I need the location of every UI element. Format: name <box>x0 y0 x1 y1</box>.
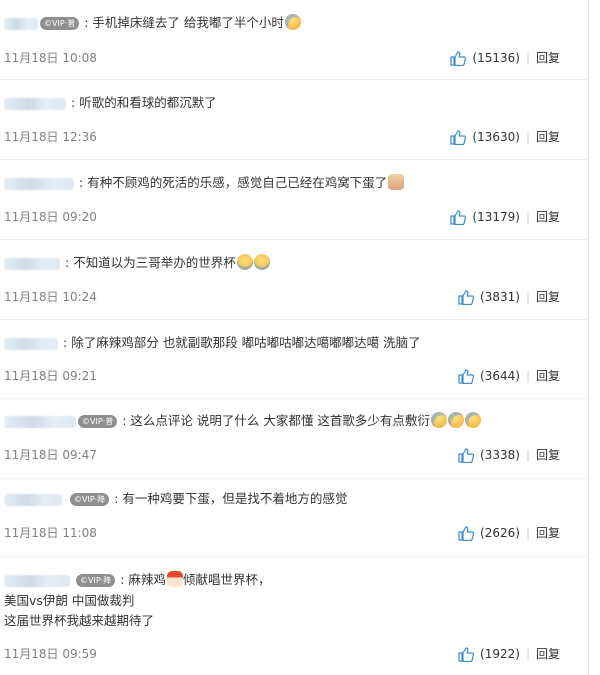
comment-text-line: 这届世界杯我越来越期待了 <box>4 613 155 628</box>
comment-date: 11月18日 11:08 <box>4 526 97 540</box>
blurred-username[interactable] <box>4 574 70 587</box>
like-thumb-icon[interactable] <box>458 647 475 663</box>
sweat-emoji-icon <box>464 412 481 428</box>
comment-date: 11月18日 12:36 <box>4 130 97 144</box>
comment-text: 除了麻辣鸡部分 也就副歌那段 嘟咕嘟咕嘟达噶嘟嘟达噶 洗脑了 <box>71 335 421 350</box>
comment-body: : 听歌的和看球的都沉默了 <box>4 93 217 113</box>
reply-link[interactable]: 回复 <box>536 647 560 661</box>
comment-text: 手机掉床缝去了 给我嘟了半个小时 <box>92 15 284 30</box>
comment-item: : 有种不顾鸡的死活的乐感，感觉自己已经在鸡窝下蛋了 11月18日 09:20 (… <box>0 160 588 240</box>
like-thumb-icon[interactable] <box>458 526 475 542</box>
reply-link[interactable]: 回复 <box>536 130 560 144</box>
comment-item: : 听歌的和看球的都沉默了 11月18日 12:36 (13630) | 回复 <box>0 80 588 160</box>
comment-date: 11月18日 09:47 <box>4 448 97 462</box>
comment-item: ©VIP·降: 有一种鸡要下蛋，但是找不着地方的感觉 11月18日 11:08 (… <box>0 479 588 557</box>
comment-text: 有一种鸡要下蛋，但是找不着地方的感觉 <box>122 491 348 506</box>
sweat-smile-emoji-icon <box>284 14 301 30</box>
like-count: (13630) <box>472 130 520 144</box>
like-count: (3644) <box>480 369 520 383</box>
comment-text: 听歌的和看球的都沉默了 <box>79 95 217 110</box>
comment-body: ©VIP·降: 麻辣鸡 倾献唱世界杯， <box>4 570 270 590</box>
comment-actions: (2626) | 回复 <box>458 523 560 543</box>
comment-date: 11月18日 09:21 <box>4 369 97 383</box>
reply-link[interactable]: 回复 <box>536 51 560 65</box>
comment-date: 11月18日 10:24 <box>4 290 97 304</box>
comment-body: ©VIP·降: 有一种鸡要下蛋，但是找不着地方的感觉 <box>4 489 347 509</box>
like-count: (3338) <box>480 448 520 462</box>
like-thumb-icon[interactable] <box>458 448 475 464</box>
comment-actions: (1922) | 回复 <box>458 644 560 664</box>
like-thumb-icon[interactable] <box>450 210 467 226</box>
like-count: (3831) <box>480 290 520 304</box>
blurred-username[interactable] <box>4 97 66 110</box>
reply-link[interactable]: 回复 <box>536 210 560 224</box>
comment-actions: (3831) | 回复 <box>458 287 560 307</box>
comment-actions: (13179) | 回复 <box>450 207 560 227</box>
comment-text: 有种不顾鸡的死活的乐感，感觉自己已经在鸡窝下蛋了 <box>87 175 388 190</box>
vip-badge: ©VIP·降 <box>70 493 110 506</box>
comment-date: 11月18日 09:20 <box>4 210 97 224</box>
sweat-emoji-icon <box>447 412 464 428</box>
comment-text: 麻辣鸡 <box>128 572 166 587</box>
reply-link[interactable]: 回复 <box>536 448 560 462</box>
like-count: (13179) <box>472 210 520 224</box>
comment-text-tail: 倾献唱世界杯， <box>182 572 271 587</box>
reply-link[interactable]: 回复 <box>536 369 560 383</box>
comment-date: 11月18日 09:59 <box>4 647 97 661</box>
comment-actions: (15136) | 回复 <box>450 48 560 68</box>
comment-item: ©VIP·普: 这么点评论 说明了什么 大家都懂 这首歌多少有点敷衍 11月18日… <box>0 399 588 479</box>
laugh-cry-emoji-icon <box>236 254 253 270</box>
blurred-username[interactable] <box>4 17 38 30</box>
like-count: (1922) <box>480 647 520 661</box>
like-count: (2626) <box>480 526 520 540</box>
blurred-username[interactable] <box>4 257 60 270</box>
comment-body: ©VIP·普: 这么点评论 说明了什么 大家都懂 这首歌多少有点敷衍 <box>4 411 481 431</box>
comment-text: 不知道以为三哥举办的世界杯 <box>73 255 236 270</box>
reply-link[interactable]: 回复 <box>536 526 560 540</box>
laugh-cry-emoji-icon <box>253 254 270 270</box>
blurred-username[interactable] <box>4 337 58 350</box>
like-thumb-icon[interactable] <box>458 290 475 306</box>
comment-item: ©VIP·降: 麻辣鸡 倾献唱世界杯， 美国vs伊朗 中国做裁判 这届世界杯我越来越… <box>0 557 588 675</box>
vip-badge: ©VIP·普 <box>40 17 80 30</box>
comment-text-line: 美国vs伊朗 中国做裁判 <box>4 593 135 608</box>
comment-actions: (13630) | 回复 <box>450 127 560 147</box>
comment-item: : 除了麻辣鸡部分 也就副歌那段 嘟咕嘟咕嘟达噶嘟嘟达噶 洗脑了 11月18日 0… <box>0 320 588 399</box>
comment-actions: (3338) | 回复 <box>458 445 560 465</box>
comment-body: ©VIP·普: 手机掉床缝去了 给我嘟了半个小时 <box>4 13 301 33</box>
like-thumb-icon[interactable] <box>458 369 475 385</box>
blurred-username[interactable] <box>4 493 62 506</box>
reply-link[interactable]: 回复 <box>536 290 560 304</box>
comment-list: ©VIP·普: 手机掉床缝去了 给我嘟了半个小时 11月18日 10:08 (15… <box>0 0 588 675</box>
like-thumb-icon[interactable] <box>450 51 467 67</box>
thumbs-up-emoji-icon <box>388 174 405 190</box>
vip-badge: ©VIP·降 <box>76 574 116 587</box>
comment-body: : 不知道以为三哥举办的世界杯 <box>4 253 270 273</box>
like-thumb-icon[interactable] <box>450 130 467 146</box>
rooster-emoji-icon <box>166 571 183 587</box>
right-divider <box>588 0 589 675</box>
vip-badge: ©VIP·普 <box>78 415 118 428</box>
like-count: (15136) <box>472 51 520 65</box>
comment-body: : 除了麻辣鸡部分 也就副歌那段 嘟咕嘟咕嘟达噶嘟嘟达噶 洗脑了 <box>4 333 421 353</box>
comment-body: : 有种不顾鸡的死活的乐感，感觉自己已经在鸡窝下蛋了 <box>4 173 405 193</box>
comment-actions: (3644) | 回复 <box>458 366 560 386</box>
comment-item: : 不知道以为三哥举办的世界杯 11月18日 10:24 (3831) | 回复 <box>0 240 588 320</box>
comment-text: 这么点评论 说明了什么 大家都懂 这首歌多少有点敷衍 <box>130 413 430 428</box>
blurred-username[interactable] <box>4 177 74 190</box>
sweat-emoji-icon <box>430 412 447 428</box>
comment-item: ©VIP·普: 手机掉床缝去了 给我嘟了半个小时 11月18日 10:08 (15… <box>0 0 588 80</box>
comment-date: 11月18日 10:08 <box>4 51 97 65</box>
blurred-username[interactable] <box>4 415 76 428</box>
